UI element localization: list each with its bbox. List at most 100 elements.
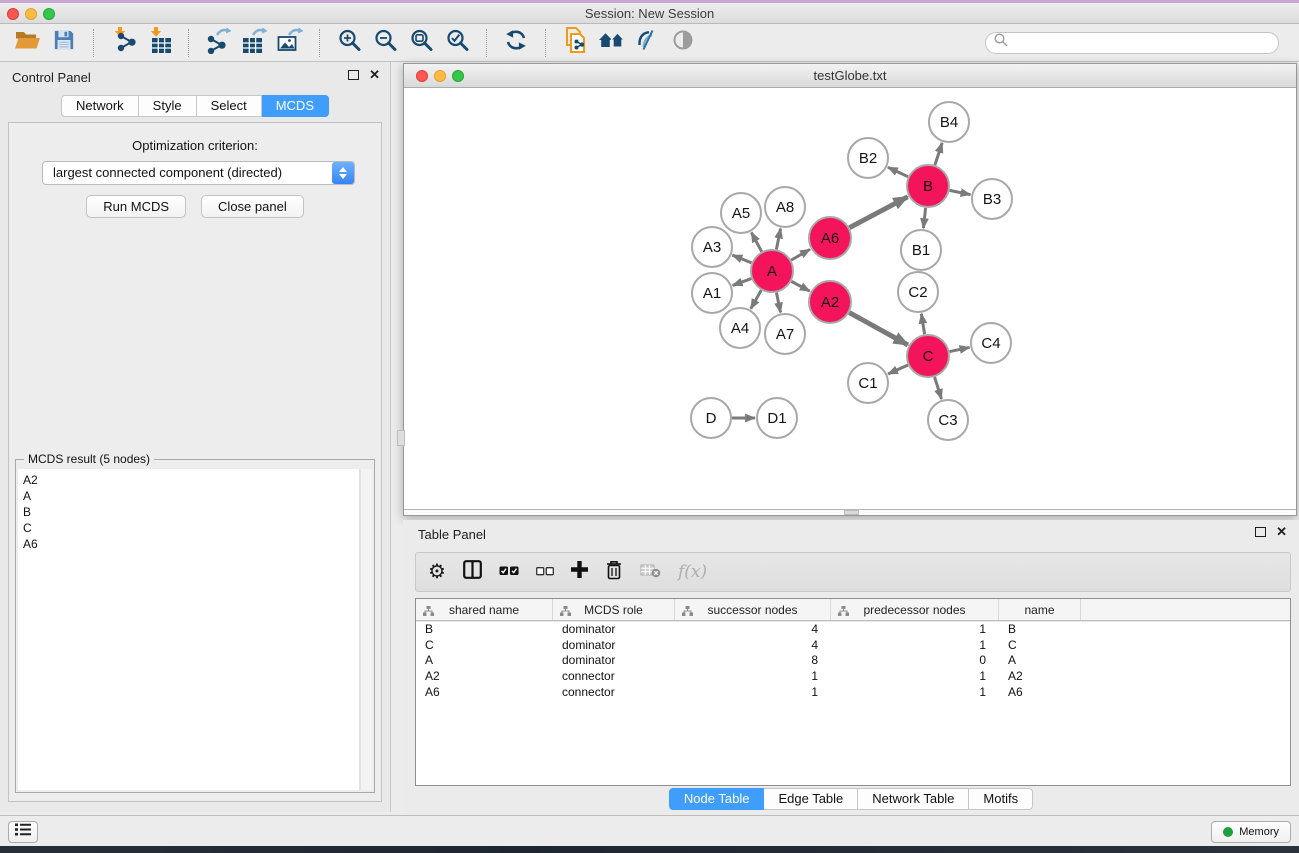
function-builder-button[interactable]: f(x) (678, 558, 707, 586)
tab-select[interactable]: Select (197, 95, 262, 117)
close-table-panel-icon[interactable]: ✕ (1276, 527, 1287, 537)
table-row[interactable]: Bdominator41B (416, 621, 1290, 637)
graph-edge-A2-C[interactable] (849, 313, 908, 345)
graph-edge-A-A3[interactable] (732, 255, 751, 263)
graph-edge-B-B2[interactable] (888, 167, 908, 176)
export-image-button[interactable] (272, 27, 308, 59)
mcds-result-item[interactable]: A6 (18, 536, 359, 552)
network-canvas[interactable]: B4B2BB3B1A5A8A6A3AA1A2C2A4A7CC4C1C3DD1 (404, 89, 1296, 509)
column-header-shared-name[interactable]: shared name (416, 599, 553, 620)
deselect-all-button[interactable] (536, 558, 554, 586)
table-cell: 1 (831, 638, 999, 652)
table-row[interactable]: Cdominator41C (416, 637, 1290, 653)
network-minimize-light[interactable] (434, 70, 446, 82)
graph-edge-C-C4[interactable] (950, 347, 970, 351)
graph-node-label-D: D (706, 410, 717, 427)
graph-edge-A-A8[interactable] (776, 229, 780, 250)
search-input[interactable] (1013, 34, 1278, 52)
close-panel-icon[interactable]: ✕ (369, 70, 380, 80)
column-header-predecessor-nodes[interactable]: predecessor nodes (831, 599, 999, 620)
graph-edge-B-B1[interactable] (923, 208, 925, 228)
table-cell: B (416, 622, 553, 636)
zoom-window-light[interactable] (43, 8, 55, 20)
graph-edge-B-B3[interactable] (950, 190, 971, 194)
zoom-out-button[interactable] (367, 27, 403, 59)
tab-edge-table[interactable]: Edge Table (764, 788, 858, 810)
tab-node-table[interactable]: Node Table (669, 788, 765, 810)
import-network-button[interactable] (105, 27, 141, 59)
list-icon (15, 823, 31, 841)
mcds-result-item[interactable]: A (18, 488, 359, 504)
run-mcds-button[interactable]: Run MCDS (86, 195, 186, 218)
network-horizontal-scrollbar-thumb[interactable] (844, 510, 859, 515)
close-window-light[interactable] (7, 8, 19, 20)
memory-button[interactable]: Memory (1211, 821, 1291, 843)
table-cell: A (416, 653, 553, 667)
refresh-view-button[interactable] (498, 27, 534, 59)
graph-edge-A-A1[interactable] (733, 279, 752, 286)
export-table-button[interactable] (236, 27, 272, 59)
optimization-criterion-dropdown[interactable]: largest connected component (directed) (42, 161, 355, 185)
table-row[interactable]: A6connector11A6 (416, 684, 1290, 700)
column-header-name[interactable]: name (999, 599, 1081, 620)
toolbar-separator (486, 29, 487, 57)
show-panels-button[interactable] (8, 821, 38, 843)
select-all-button[interactable] (499, 558, 519, 586)
add-column-button[interactable] (571, 558, 588, 586)
float-panel-icon[interactable] (348, 70, 359, 80)
graph-edge-A-A2[interactable] (791, 281, 809, 291)
network-horizontal-scrollbar[interactable] (404, 509, 1296, 515)
graph-edge-B-B4[interactable] (935, 143, 942, 165)
network-close-light[interactable] (416, 70, 428, 82)
home-layout-button[interactable] (593, 27, 629, 59)
houses-icon (598, 30, 625, 55)
tab-mcds[interactable]: MCDS (262, 95, 329, 117)
graph-edge-A-A4[interactable] (751, 290, 761, 309)
graph-edge-A-A5[interactable] (751, 232, 761, 251)
close-panel-button[interactable]: Close panel (201, 195, 304, 218)
zoom-selected-button[interactable] (439, 27, 475, 59)
table-row[interactable]: Adominator80A (416, 652, 1290, 668)
graph-node-label-A: A (767, 263, 777, 280)
mcds-result-item[interactable]: B (18, 504, 359, 520)
graph-edge-C-C1[interactable] (888, 365, 908, 374)
delete-column-button[interactable] (605, 558, 623, 586)
import-table-button[interactable] (141, 27, 177, 59)
table-row[interactable]: A2connector11A2 (416, 668, 1290, 684)
checked-boxes-icon (499, 563, 519, 581)
search-field[interactable] (985, 32, 1279, 54)
graph-node-label-D1: D1 (767, 410, 786, 427)
graph-edge-A-A7[interactable] (776, 293, 780, 313)
graph-edge-C-C2[interactable] (921, 314, 924, 335)
minimize-window-light[interactable] (25, 8, 37, 20)
show-eye-button[interactable] (665, 27, 701, 59)
mcds-result-item[interactable]: C (18, 520, 359, 536)
table-cell: dominator (553, 622, 675, 636)
float-table-panel-icon[interactable] (1255, 527, 1266, 537)
tab-network[interactable]: Network (61, 95, 139, 117)
duplicate-network-button[interactable] (557, 27, 593, 59)
zoom-in-button[interactable] (331, 27, 367, 59)
column-header-MCDS-role[interactable]: MCDS role (553, 599, 675, 620)
tab-style[interactable]: Style (139, 95, 197, 117)
open-session-button[interactable] (10, 27, 46, 59)
graph-edge-A-A6[interactable] (791, 249, 810, 260)
mcds-result-scrollbar[interactable] (360, 469, 372, 790)
mcds-result-item[interactable]: A2 (18, 472, 359, 488)
column-header-successor-nodes[interactable]: successor nodes (675, 599, 831, 620)
hide-graphics-details-button[interactable] (629, 27, 665, 59)
graph-edge-C-C3[interactable] (935, 377, 942, 399)
save-session-button[interactable] (46, 27, 82, 59)
network-zoom-light[interactable] (452, 70, 464, 82)
graph-edge-A6-B[interactable] (849, 197, 907, 228)
zoom-fit-button[interactable] (403, 27, 439, 59)
network-vertical-scrollbar-thumb[interactable] (397, 430, 405, 446)
table-settings-button[interactable]: ⚙ (428, 558, 446, 586)
delete-table-button[interactable] (640, 558, 661, 586)
tab-motifs[interactable]: Motifs (969, 788, 1033, 810)
export-network-button[interactable] (200, 27, 236, 59)
table-cell: dominator (553, 638, 675, 652)
status-bar: Memory (0, 815, 1299, 846)
column-settings-button[interactable] (463, 558, 482, 586)
tab-network-table[interactable]: Network Table (858, 788, 969, 810)
